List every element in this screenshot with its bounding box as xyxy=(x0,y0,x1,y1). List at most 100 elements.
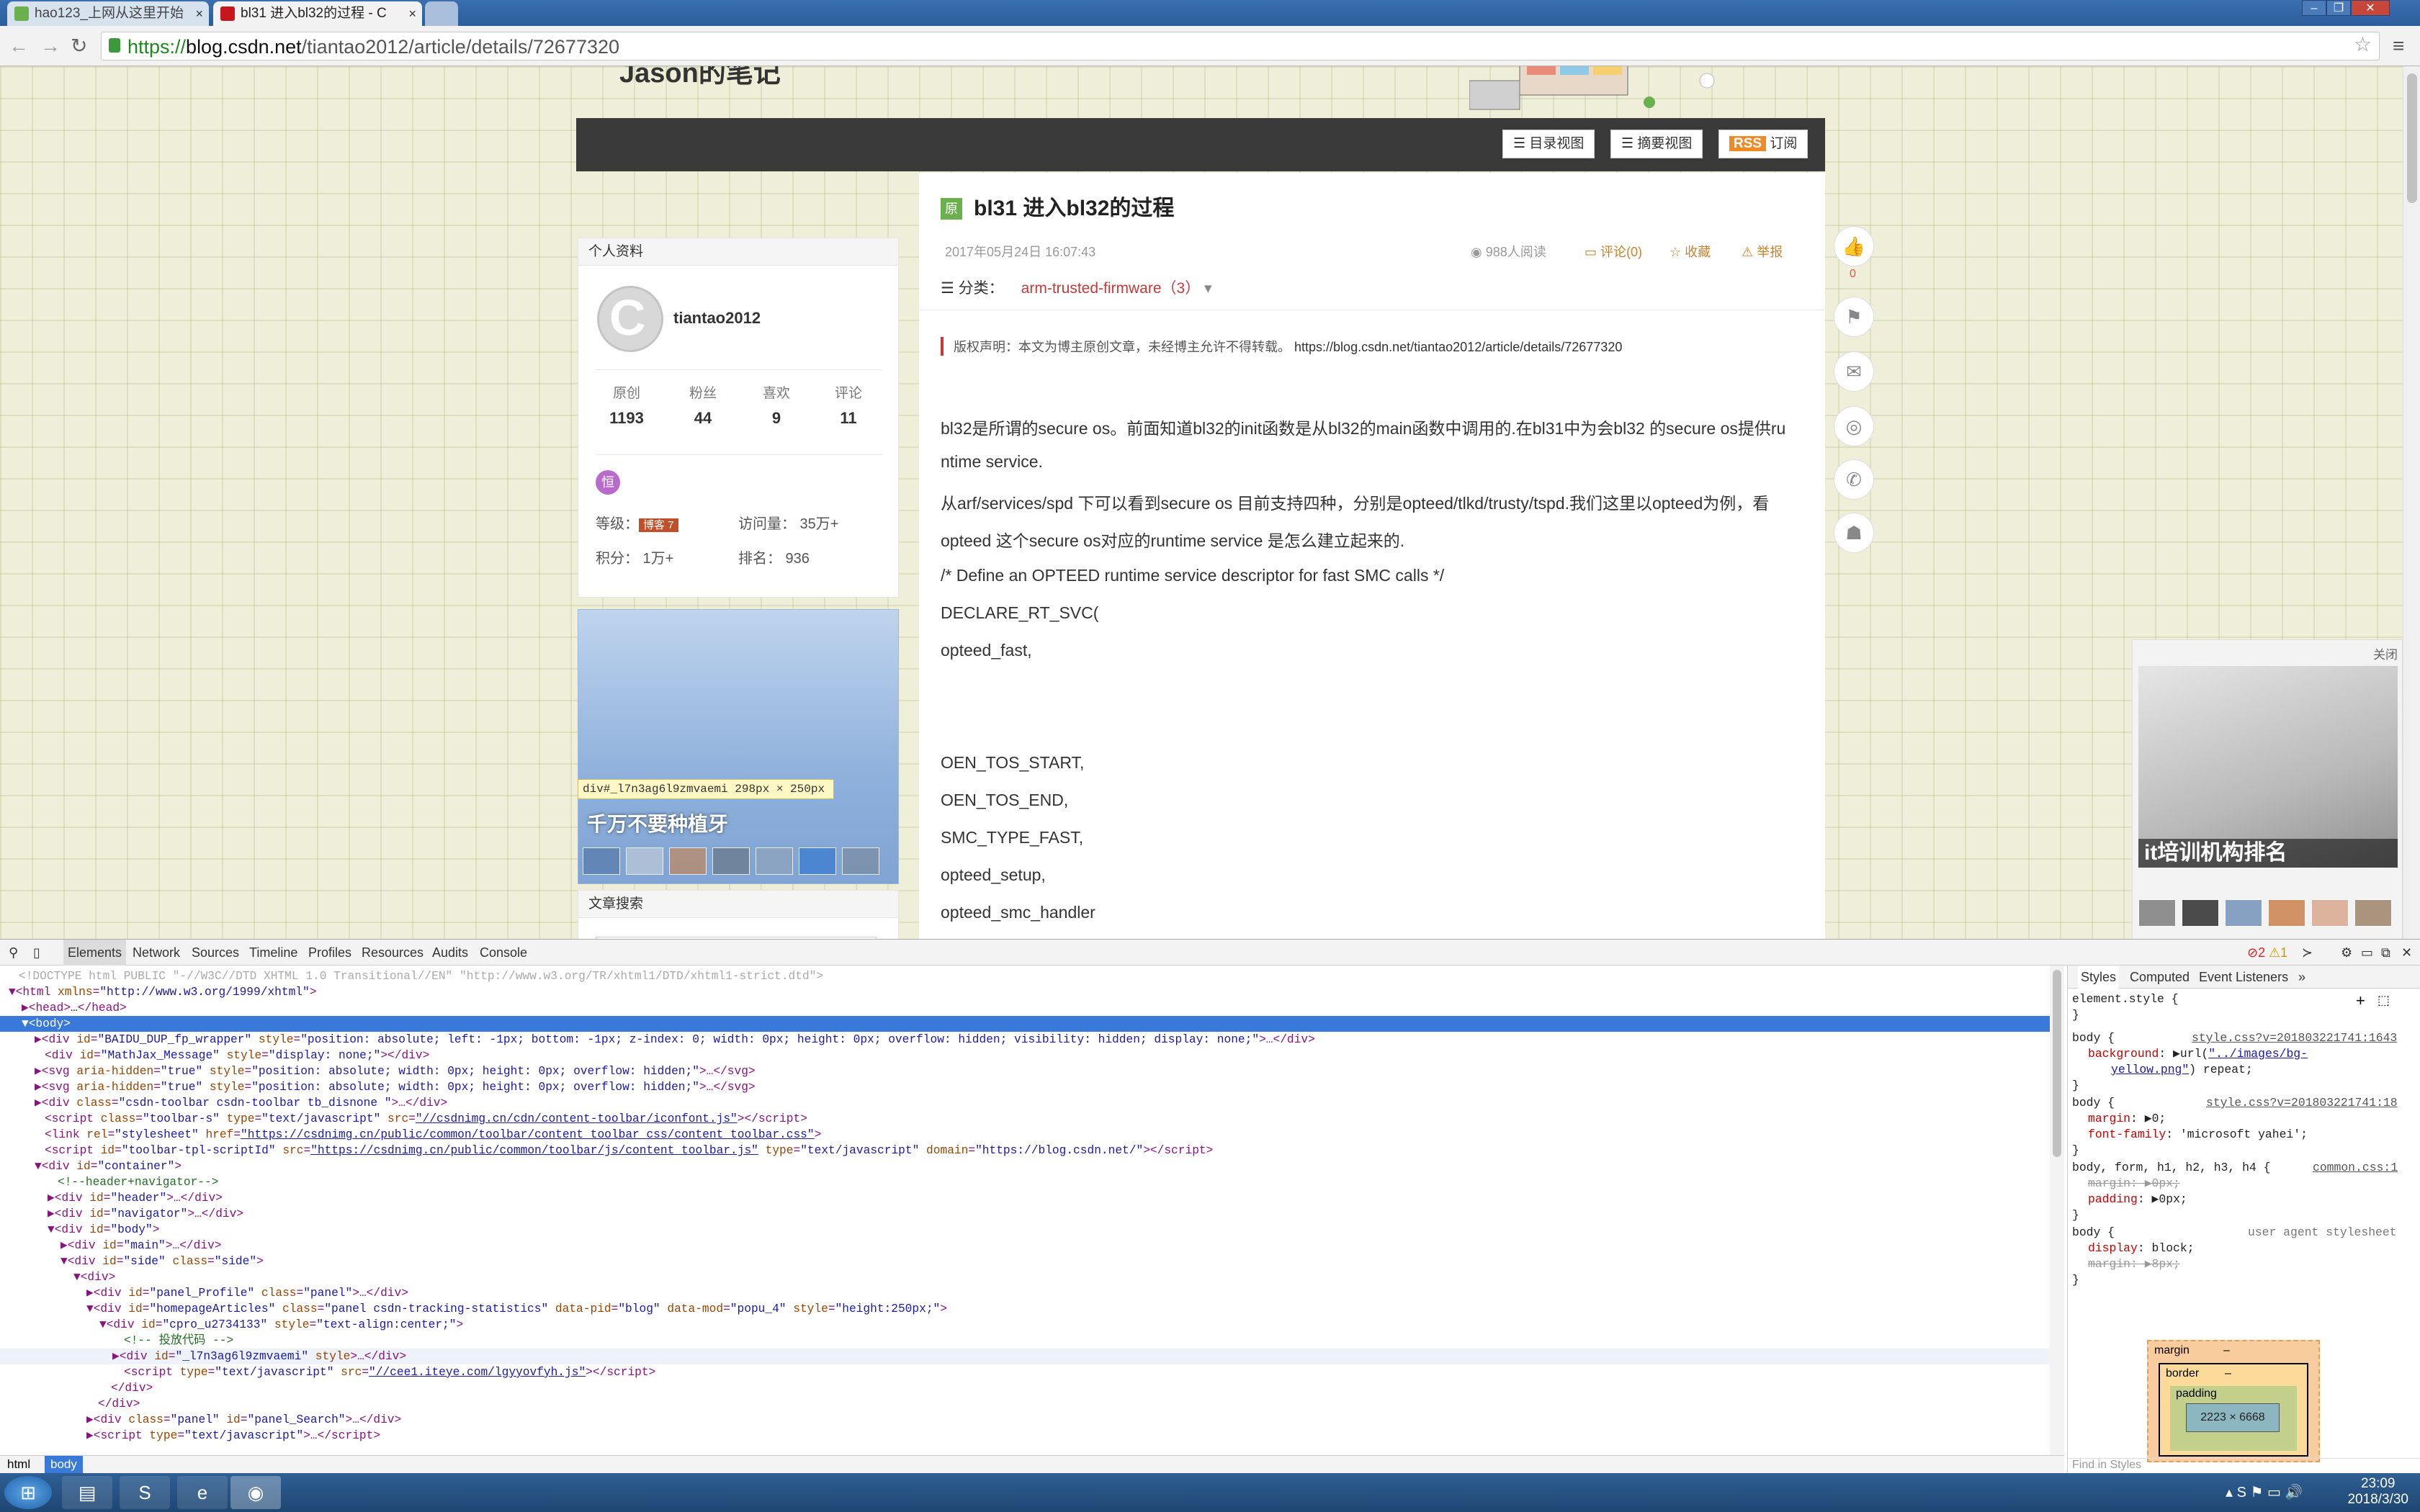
article-permalink[interactable]: https://blog.csdn.net/tiantao2012/articl… xyxy=(1294,340,1622,354)
crumb-html[interactable]: html xyxy=(7,1456,30,1473)
dom-node[interactable]: ▶<svg aria-hidden="true" style="position… xyxy=(0,1079,2050,1095)
dom-node[interactable]: <script id="toolbar-tpl-scriptId" src="h… xyxy=(0,1143,2050,1158)
add-rule-icon[interactable]: + xyxy=(2356,991,2365,1010)
chrome-taskbar-icon[interactable]: ◉ xyxy=(230,1476,281,1509)
dom-node[interactable]: <!DOCTYPE html PUBLIC "-//W3C//DTD XHTML… xyxy=(0,968,2050,984)
ad-thumb[interactable] xyxy=(626,847,663,875)
dom-node[interactable]: ▼<div> xyxy=(0,1269,2050,1285)
devtools-close-icon[interactable]: ✕ xyxy=(2401,940,2412,966)
tab-close-icon[interactable]: × xyxy=(408,1,416,26)
tab-resources[interactable]: Resources xyxy=(362,940,424,966)
start-button[interactable]: ⊞ xyxy=(4,1476,52,1509)
tab-profiles[interactable]: Profiles xyxy=(308,940,351,966)
url-bar[interactable]: https://blog.csdn.net/tiantao2012/articl… xyxy=(101,32,2380,60)
minimize-button[interactable]: – xyxy=(2302,0,2326,16)
more-tabs-icon[interactable]: » xyxy=(2298,966,2305,989)
explorer-taskbar-icon[interactable]: ▤ xyxy=(62,1476,112,1509)
tab-styles[interactable]: Styles xyxy=(2078,966,2120,989)
ad-thumb[interactable] xyxy=(583,847,620,875)
sogou-taskbar-icon[interactable]: S xyxy=(120,1476,170,1509)
sidebar-advertisement[interactable]: 千万不要种植牙 xyxy=(578,609,899,884)
tab-sources[interactable]: Sources xyxy=(192,940,239,966)
dom-node[interactable]: ▶<div id="header">…</div> xyxy=(0,1190,2050,1206)
ad-thumb[interactable] xyxy=(712,847,750,875)
ad-thumb[interactable] xyxy=(2138,899,2176,927)
crumb-body[interactable]: body xyxy=(45,1456,83,1473)
bookmark-icon[interactable]: ⚑ xyxy=(1834,297,1874,337)
ad-thumb[interactable] xyxy=(2182,899,2219,927)
style-source-link[interactable]: style.css?v=201803221741:1643 xyxy=(2192,1030,2397,1046)
dom-node[interactable]: ▶<div id="main">…</div> xyxy=(0,1238,2050,1254)
dom-node[interactable]: <!-- 投放代码 --> xyxy=(0,1333,2050,1349)
dom-node[interactable]: ▶<head>…</head> xyxy=(0,1000,2050,1016)
dom-scrollbar[interactable] xyxy=(2050,966,2064,1455)
tab-timeline[interactable]: Timeline xyxy=(249,940,297,966)
ad-thumb[interactable] xyxy=(2354,899,2392,927)
ad-thumb[interactable] xyxy=(669,847,707,875)
forward-arrow-icon[interactable]: → xyxy=(40,33,60,59)
ie-taskbar-icon[interactable]: e xyxy=(177,1476,228,1509)
dock-side-icon[interactable]: ▭ xyxy=(2361,940,2373,966)
close-window-button[interactable]: ✕ xyxy=(2351,0,2390,16)
like-thumb-icon[interactable]: 👍 xyxy=(1834,226,1874,266)
page-scrollbar[interactable] xyxy=(2403,66,2420,939)
style-rule[interactable]: body { xyxy=(2072,1225,2115,1241)
tab-hao123[interactable]: hao123_上网从这里开始 × xyxy=(7,1,209,26)
qq-icon[interactable]: ☗ xyxy=(1834,513,1874,553)
catalog-view-button[interactable]: ☰ 目录视图 xyxy=(1502,130,1595,158)
tab-audits[interactable]: Audits xyxy=(432,940,468,966)
category-link[interactable]: arm-trusted-firmware（3） xyxy=(1021,280,1201,297)
system-tray-icons[interactable]: ▴ S ⚑ ▭ 🔊 xyxy=(2226,1483,2303,1501)
toggle-state-icon[interactable]: ⬚ xyxy=(2378,993,2390,1008)
back-arrow-icon[interactable]: ← xyxy=(9,33,29,59)
dom-node[interactable]: ▼<div id="container"> xyxy=(0,1158,2050,1174)
profile-username[interactable]: tiantao2012 xyxy=(673,309,761,328)
ad-close-button[interactable]: 关闭 xyxy=(2373,644,2398,662)
device-mode-icon[interactable]: ▯ xyxy=(33,940,40,966)
rss-subscribe-button[interactable]: RSS 订阅 xyxy=(1718,130,1809,158)
find-in-styles-input[interactable]: Find in Styles xyxy=(2068,1458,2420,1474)
dom-node[interactable]: ▶<svg aria-hidden="true" style="position… xyxy=(0,1063,2050,1079)
ad-thumb[interactable] xyxy=(2225,899,2262,927)
settings-gear-icon[interactable]: ⚙ xyxy=(2341,940,2352,966)
comment-bubble-icon[interactable]: ✉ xyxy=(1834,351,1874,392)
dom-node[interactable]: ▼<div id="cpro_u2734133" style="text-ali… xyxy=(0,1317,2050,1333)
dom-node[interactable]: ▼<div id="body"> xyxy=(0,1222,2050,1238)
reload-icon[interactable]: ↻ xyxy=(71,33,87,59)
comment-link[interactable]: ▭ 评论(0) xyxy=(1585,242,1642,261)
style-source-link[interactable]: style.css?v=201803221741:18 xyxy=(2206,1095,2398,1111)
dom-node[interactable]: ▶<div class="panel" id="panel_Search">…<… xyxy=(0,1412,2050,1428)
dom-node[interactable]: ▶<div id="BAIDU_DUP_fp_wrapper" style="p… xyxy=(0,1032,2050,1048)
undock-icon[interactable]: ⧉ xyxy=(2381,940,2390,966)
tab-computed[interactable]: Computed xyxy=(2130,966,2190,989)
tab-console[interactable]: Console xyxy=(480,940,527,966)
dom-node[interactable]: </div> xyxy=(0,1380,2050,1396)
style-rule[interactable]: element.style { xyxy=(2072,991,2179,1007)
dom-node-selected[interactable]: ▼<body> xyxy=(0,1016,2050,1032)
tab-elements[interactable]: Elements xyxy=(63,940,127,966)
dom-node[interactable]: ▼<div id="side" class="side"> xyxy=(0,1254,2050,1269)
report-link[interactable]: ⚠ 举报 xyxy=(1742,242,1783,261)
ad-thumb[interactable] xyxy=(799,847,836,875)
dom-node[interactable]: ▶<script type="text/javascript">…</scrip… xyxy=(0,1428,2050,1444)
favorite-link[interactable]: ☆ 收藏 xyxy=(1670,242,1711,261)
style-rule[interactable]: body { xyxy=(2072,1030,2115,1046)
console-drawer-icon[interactable]: ≻ xyxy=(2302,940,2313,966)
right-advertisement[interactable]: 关闭 it培训机构排名 xyxy=(2132,639,2403,939)
ad-thumb[interactable] xyxy=(2268,899,2305,927)
avatar[interactable]: C xyxy=(597,286,663,352)
ad-thumb[interactable] xyxy=(842,847,879,875)
warning-count[interactable]: ⚠1 xyxy=(2269,940,2287,966)
style-rule[interactable]: body, form, h1, h2, h3, h4 { xyxy=(2072,1160,2270,1176)
dom-node[interactable]: ▶<div id="navigator">…</div> xyxy=(0,1206,2050,1222)
dom-node[interactable]: ▼<html xmlns="http://www.w3.org/1999/xht… xyxy=(0,984,2050,1000)
blog-expert-badge-icon[interactable]: 恒 xyxy=(596,470,620,495)
wechat-icon[interactable]: ✆ xyxy=(1834,459,1874,500)
dom-node[interactable]: <link rel="stylesheet" href="https://csd… xyxy=(0,1127,2050,1143)
dom-node[interactable]: <!--header+navigator--> xyxy=(0,1174,2050,1190)
restore-button[interactable]: ❐ xyxy=(2326,0,2351,16)
style-rule[interactable]: body { xyxy=(2072,1095,2115,1111)
tab-close-icon[interactable]: × xyxy=(195,1,203,26)
dom-node[interactable]: ▶<div id="panel_Profile" class="panel">…… xyxy=(0,1285,2050,1301)
dom-node[interactable]: <script type="text/javascript" src="//ce… xyxy=(0,1364,2050,1380)
